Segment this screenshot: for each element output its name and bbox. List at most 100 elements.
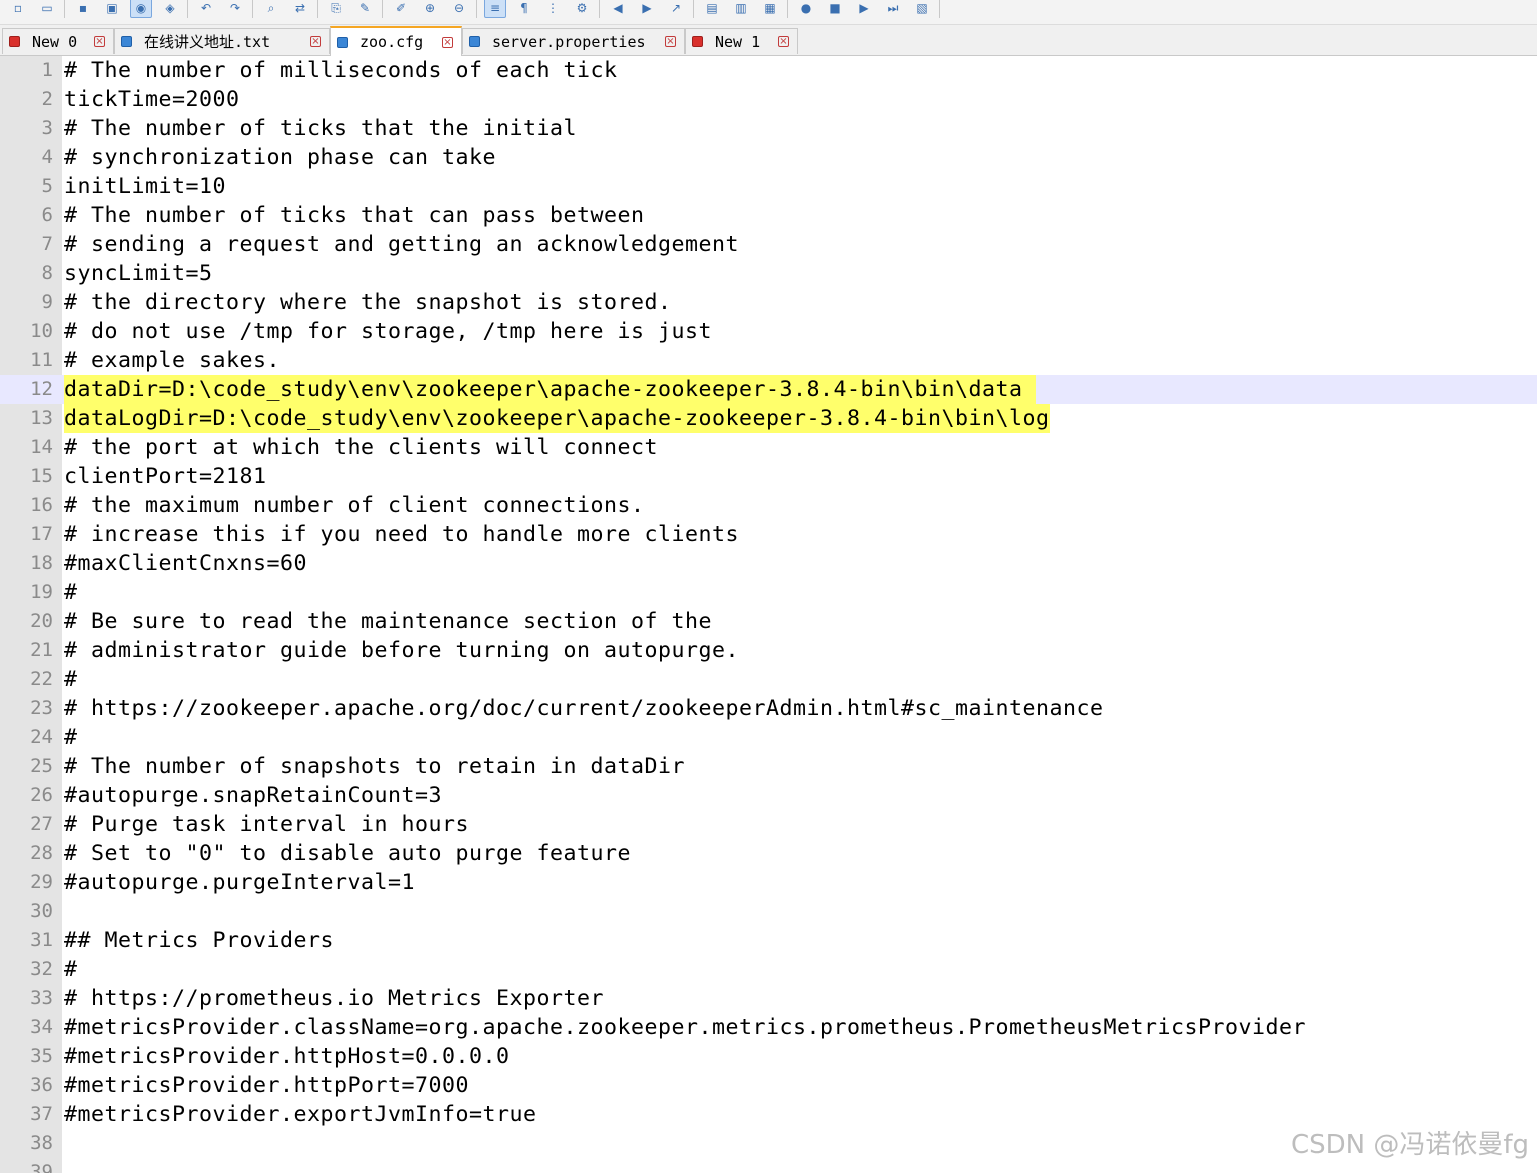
editor-line[interactable]: 26 #autopurge.snapRetainCount=3	[0, 781, 1537, 810]
tab-close-icon[interactable]: ×	[778, 36, 789, 47]
eraser-icon[interactable]: ✐	[390, 0, 412, 18]
line-text[interactable]: # Set to "0" to disable auto purge featu…	[64, 839, 631, 868]
editor-line[interactable]: 20 # Be sure to read the maintenance sect…	[0, 607, 1537, 636]
editor-line[interactable]: 14 # the port at which the clients will c…	[0, 433, 1537, 462]
editor-line[interactable]: 4 # synchronization phase can take	[0, 143, 1537, 172]
line-text[interactable]: #	[64, 665, 78, 694]
editor-line[interactable]: 22 #	[0, 665, 1537, 694]
sync-scroll-icon[interactable]: ⎘	[325, 0, 347, 18]
editor-line[interactable]: 24 #	[0, 723, 1537, 752]
editor-line[interactable]: 33 # https://prometheus.io Metrics Export…	[0, 984, 1537, 1013]
tab-close-icon[interactable]: ×	[94, 36, 105, 47]
line-text[interactable]: #autopurge.snapRetainCount=3	[64, 781, 442, 810]
editor-line[interactable]: 28 # Set to "0" to disable auto purge fea…	[0, 839, 1537, 868]
line-text[interactable]: # the port at which the clients will con…	[64, 433, 658, 462]
save-icon[interactable]: ▪	[72, 0, 94, 18]
line-text[interactable]: #metricsProvider.httpHost=0.0.0.0	[64, 1042, 510, 1071]
line-text[interactable]: dataLogDir=D:\code_study\env\zookeeper\a…	[64, 404, 1050, 433]
indent-guide-icon[interactable]: ⋮	[542, 0, 564, 18]
undo-icon[interactable]: ↶	[195, 0, 217, 18]
line-text[interactable]: #	[64, 578, 78, 607]
tab-2[interactable]: 在线讲义地址.txt ×	[114, 28, 330, 54]
editor-line[interactable]: 13 dataLogDir=D:\code_study\env\zookeeper…	[0, 404, 1537, 433]
editor-line[interactable]: 21 # administrator guide before turning o…	[0, 636, 1537, 665]
tab-3[interactable]: zoo.cfg ×	[330, 26, 462, 56]
line-text[interactable]: # The number of milliseconds of each tic…	[64, 56, 618, 85]
editor-line[interactable]: 3 # The number of ticks that the initial	[0, 114, 1537, 143]
line-text[interactable]: #	[64, 723, 78, 752]
editor-line[interactable]: 32 #	[0, 955, 1537, 984]
editor-line[interactable]: 12 dataDir=D:\code_study\env\zookeeper\ap…	[0, 375, 1537, 404]
close-icon[interactable]: ◉	[130, 0, 152, 18]
editor-line[interactable]: 1 # The number of milliseconds of each ti…	[0, 56, 1537, 85]
tab-5[interactable]: New 1 ×	[685, 28, 798, 54]
line-text[interactable]: # Be sure to read the maintenance sectio…	[64, 607, 712, 636]
line-text[interactable]: # the maximum number of client connectio…	[64, 491, 645, 520]
word-wrap-icon[interactable]: ≡	[484, 0, 506, 18]
editor-line[interactable]: 19 #	[0, 578, 1537, 607]
editor-line[interactable]: 23 # https://zookeeper.apache.org/doc/cur…	[0, 694, 1537, 723]
find-icon[interactable]: ⌕	[260, 0, 282, 18]
open-file-icon[interactable]: ▭	[36, 0, 58, 18]
run-macro-multiple-icon[interactable]: ⏭	[882, 0, 904, 18]
zoom-out-icon[interactable]: ⊖	[448, 0, 470, 18]
editor-line[interactable]: 30	[0, 897, 1537, 926]
line-text[interactable]: clientPort=2181	[64, 462, 267, 491]
doc-map-icon[interactable]: ▤	[701, 0, 723, 18]
line-text[interactable]: # do not use /tmp for storage, /tmp here…	[64, 317, 712, 346]
editor-line[interactable]: 6 # The number of ticks that can pass bet…	[0, 201, 1537, 230]
editor-line[interactable]: 5 initLimit=10	[0, 172, 1537, 201]
stop-macro-icon[interactable]: ■	[824, 0, 846, 18]
line-text[interactable]: #maxClientCnxns=60	[64, 549, 307, 578]
editor-line[interactable]: 29 #autopurge.purgeInterval=1	[0, 868, 1537, 897]
line-text[interactable]: # The number of ticks that can pass betw…	[64, 201, 645, 230]
play-macro-icon[interactable]: ▶	[853, 0, 875, 18]
line-text[interactable]: #metricsProvider.exportJvmInfo=true	[64, 1100, 537, 1129]
monitor-icon[interactable]: ▦	[759, 0, 781, 18]
close-all-icon[interactable]: ◈	[159, 0, 181, 18]
line-text[interactable]: # The number of ticks that the initial	[64, 114, 577, 143]
replace-icon[interactable]: ⇄	[289, 0, 311, 18]
line-text[interactable]: # example sakes.	[64, 346, 280, 375]
settings-icon[interactable]: ⚙	[571, 0, 593, 18]
go-icon[interactable]: ↗	[665, 0, 687, 18]
line-text[interactable]: # https://zookeeper.apache.org/doc/curre…	[64, 694, 1104, 723]
save-all-icon[interactable]: ▣	[101, 0, 123, 18]
editor-line[interactable]: 16 # the maximum number of client connect…	[0, 491, 1537, 520]
editor[interactable]: 1 # The number of milliseconds of each ti…	[0, 56, 1537, 1173]
show-all-characters-icon[interactable]: ¶	[513, 0, 535, 18]
redo-icon[interactable]: ↷	[224, 0, 246, 18]
tab-4[interactable]: server.properties ×	[462, 28, 685, 54]
macro-icon[interactable]: ✎	[354, 0, 376, 18]
line-text[interactable]: # increase this if you need to handle mo…	[64, 520, 739, 549]
editor-line[interactable]: 31 ## Metrics Providers	[0, 926, 1537, 955]
line-text[interactable]: # Purge task interval in hours	[64, 810, 469, 839]
tab-1[interactable]: New 0 ×	[2, 28, 114, 54]
editor-line[interactable]: 34 #metricsProvider.className=org.apache.…	[0, 1013, 1537, 1042]
line-text[interactable]: initLimit=10	[64, 172, 226, 201]
line-text[interactable]: # The number of snapshots to retain in d…	[64, 752, 685, 781]
editor-line[interactable]: 10 # do not use /tmp for storage, /tmp he…	[0, 317, 1537, 346]
new-file-icon[interactable]: ▫	[7, 0, 29, 18]
editor-line[interactable]: 18 #maxClientCnxns=60	[0, 549, 1537, 578]
line-text[interactable]: dataDir=D:\code_study\env\zookeeper\apac…	[64, 375, 1037, 404]
editor-line[interactable]: 2 tickTime=2000	[0, 85, 1537, 114]
editor-line[interactable]: 25 # The number of snapshots to retain in…	[0, 752, 1537, 781]
line-text[interactable]: #autopurge.purgeInterval=1	[64, 868, 415, 897]
prev-icon[interactable]: ◀	[607, 0, 629, 18]
line-text[interactable]: # the directory where the snapshot is st…	[64, 288, 672, 317]
line-text[interactable]: syncLimit=5	[64, 259, 213, 288]
editor-line[interactable]: 8 syncLimit=5	[0, 259, 1537, 288]
tab-close-icon[interactable]: ×	[310, 36, 321, 47]
editor-line[interactable]: 15 clientPort=2181	[0, 462, 1537, 491]
line-text[interactable]: # sending a request and getting an ackno…	[64, 230, 739, 259]
line-text[interactable]: #	[64, 955, 78, 984]
editor-line[interactable]: 36 #metricsProvider.httpPort=7000	[0, 1071, 1537, 1100]
save-macro-icon[interactable]: ▧	[911, 0, 933, 18]
tab-close-icon[interactable]: ×	[665, 36, 676, 47]
next-icon[interactable]: ▶	[636, 0, 658, 18]
record-macro-icon[interactable]: ●	[795, 0, 817, 18]
line-text[interactable]: #metricsProvider.className=org.apache.zo…	[64, 1013, 1306, 1042]
line-text[interactable]: # synchronization phase can take	[64, 143, 496, 172]
editor-line[interactable]: 11 # example sakes.	[0, 346, 1537, 375]
